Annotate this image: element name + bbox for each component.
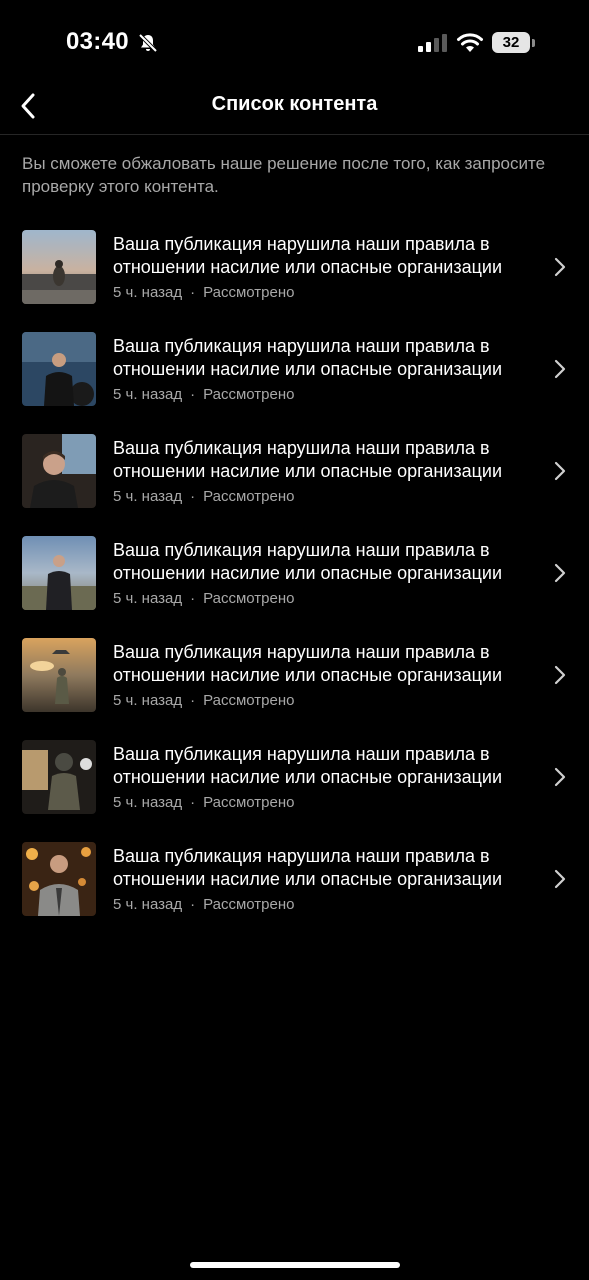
battery-cap — [532, 39, 535, 47]
item-status: Рассмотрено — [203, 488, 295, 505]
item-meta: 5 ч. назад · Рассмотрено — [113, 589, 548, 608]
item-text: Ваша публикация нарушила наши правила в … — [113, 743, 548, 812]
item-meta: 5 ч. назад · Рассмотрено — [113, 385, 548, 404]
meta-separator: · — [190, 590, 196, 607]
item-title: Ваша публикация нарушила наши правила в … — [113, 234, 503, 277]
item-text: Ваша публикация нарушила наши правила в … — [113, 335, 548, 404]
item-status: Рассмотрено — [203, 896, 295, 913]
item-text: Ваша публикация нарушила наши правила в … — [113, 437, 548, 506]
bell-slash-icon — [138, 33, 158, 53]
meta-separator: · — [190, 692, 196, 709]
meta-separator: · — [190, 794, 196, 811]
post-thumbnail — [22, 740, 96, 814]
list-item[interactable]: Ваша публикация нарушила наши правила в … — [0, 330, 589, 432]
item-time: 5 ч. назад — [113, 692, 183, 709]
list-item[interactable]: Ваша публикация нарушила наши правила в … — [0, 228, 589, 330]
item-time: 5 ч. назад — [113, 794, 183, 811]
status-time: 03:40 — [66, 28, 129, 55]
list-item[interactable]: Ваша публикация нарушила наши правила в … — [0, 636, 589, 738]
battery-indicator: 32 — [492, 32, 536, 54]
list-item[interactable]: Ваша публикация нарушила наши правила в … — [0, 534, 589, 636]
item-status: Рассмотрено — [203, 386, 295, 403]
chevron-right-icon — [554, 767, 566, 787]
item-meta: 5 ч. назад · Рассмотрено — [113, 895, 548, 914]
item-title: Ваша публикация нарушила наши правила в … — [113, 642, 503, 685]
chevron-right-icon — [554, 665, 566, 685]
chevron-right-icon — [554, 257, 566, 277]
item-meta: 5 ч. назад · Рассмотрено — [113, 793, 548, 812]
item-status: Рассмотрено — [203, 794, 295, 811]
page-title: Список контента — [211, 93, 378, 115]
item-text: Ваша публикация нарушила наши правила в … — [113, 233, 548, 302]
item-time: 5 ч. назад — [113, 488, 183, 505]
chevron-right-icon — [554, 869, 566, 889]
post-thumbnail — [22, 434, 96, 508]
item-status: Рассмотрено — [203, 692, 295, 709]
status-bar: 03:40 32 — [0, 0, 589, 80]
post-thumbnail — [22, 230, 96, 304]
meta-separator: · — [190, 488, 196, 505]
item-text: Ваша публикация нарушила наши правила в … — [113, 845, 548, 914]
chevron-right-icon — [554, 359, 566, 379]
list-item[interactable]: Ваша публикация нарушила наши правила в … — [0, 738, 589, 840]
item-title: Ваша публикация нарушила наши правила в … — [113, 438, 503, 481]
chevron-right-icon — [554, 563, 566, 583]
nav-header: Список контента — [0, 80, 589, 135]
list-item[interactable]: Ваша публикация нарушила наши правила в … — [0, 840, 589, 942]
chevron-right-icon — [554, 461, 566, 481]
item-text: Ваша публикация нарушила наши правила в … — [113, 539, 548, 608]
post-thumbnail — [22, 536, 96, 610]
content-list: Ваша публикация нарушила наши правила в … — [0, 228, 589, 942]
meta-separator: · — [190, 284, 196, 301]
description-text: Вы сможете обжаловать наше решение после… — [22, 154, 546, 196]
meta-separator: · — [190, 386, 196, 403]
battery-level: 32 — [492, 32, 530, 53]
item-time: 5 ч. назад — [113, 896, 183, 913]
item-meta: 5 ч. назад · Рассмотрено — [113, 283, 548, 302]
cellular-signal-icon — [418, 34, 447, 52]
item-title: Ваша публикация нарушила наши правила в … — [113, 744, 503, 787]
item-text: Ваша публикация нарушила наши правила в … — [113, 641, 548, 710]
home-indicator[interactable] — [190, 1262, 400, 1268]
list-item[interactable]: Ваша публикация нарушила наши правила в … — [0, 432, 589, 534]
item-time: 5 ч. назад — [113, 590, 183, 607]
item-meta: 5 ч. назад · Рассмотрено — [113, 487, 548, 506]
item-title: Ваша публикация нарушила наши правила в … — [113, 336, 503, 379]
wifi-icon — [457, 33, 483, 52]
meta-separator: · — [190, 896, 196, 913]
item-time: 5 ч. назад — [113, 386, 183, 403]
item-status: Рассмотрено — [203, 284, 295, 301]
post-thumbnail — [22, 842, 96, 916]
item-status: Рассмотрено — [203, 590, 295, 607]
item-title: Ваша публикация нарушила наши правила в … — [113, 846, 503, 889]
post-thumbnail — [22, 638, 96, 712]
item-meta: 5 ч. назад · Рассмотрено — [113, 691, 548, 710]
post-thumbnail — [22, 332, 96, 406]
item-time: 5 ч. назад — [113, 284, 183, 301]
item-title: Ваша публикация нарушила наши правила в … — [113, 540, 503, 583]
